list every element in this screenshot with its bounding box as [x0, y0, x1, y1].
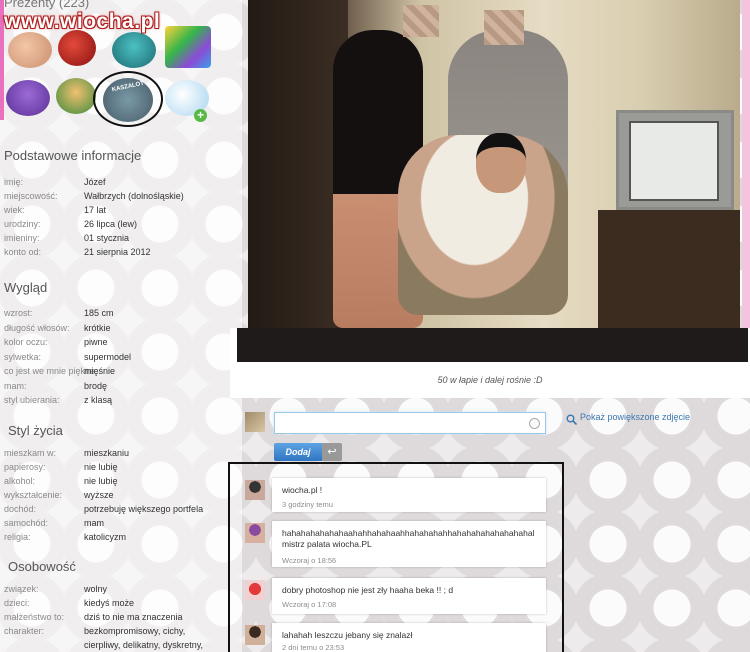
gift-apple-icon[interactable]: [58, 30, 96, 66]
gift-box-icon[interactable]: [165, 26, 211, 68]
field-label: dzieci:: [4, 598, 30, 608]
magnifier-icon[interactable]: [566, 412, 578, 426]
field-value: 185 cm: [84, 308, 114, 318]
comment-meta: Wczoraj o 17:08: [282, 600, 337, 609]
field-value: katolicyzm: [84, 532, 127, 542]
comment-card: dobry photoshop nie jest zły haaha beka …: [272, 578, 546, 614]
field-value: kiedyś może: [84, 598, 135, 608]
field-value: Wałbrzych (dolnośląskie): [84, 191, 184, 201]
field-label: długość włosów:: [4, 322, 70, 333]
field-label: wiek:: [4, 205, 25, 215]
field-value: nie lubię: [84, 476, 118, 486]
field-value: mięśnie: [84, 366, 116, 376]
field-label: charakter:: [4, 626, 45, 636]
field-label: wzrost:: [4, 308, 33, 318]
field-label: imieniny:: [4, 233, 40, 243]
field-label: miejscowość:: [4, 191, 58, 201]
censor-right: [484, 10, 524, 45]
comment-card: wiocha.pl ! 3 godziny temu: [272, 478, 546, 512]
add-gift-icon[interactable]: +: [194, 109, 207, 122]
comment-meta: Wczoraj o 18:56: [282, 556, 337, 565]
field-value: 21 sierpnia 2012: [84, 247, 151, 257]
field-value: potrzebuję większego portfela: [84, 504, 204, 514]
field-value: mieszkaniu: [84, 448, 130, 458]
comment-text: dobry photoshop nie jest zły haaha beka …: [282, 585, 454, 595]
field-value: 01 stycznia: [84, 233, 130, 243]
photo-man-head: [476, 133, 526, 193]
field-label: wykształcenie:: [4, 490, 63, 500]
field-label: religia:: [4, 532, 31, 542]
pink-border-right: [742, 0, 750, 330]
field-label: związek:: [4, 584, 39, 594]
field-label: imię:: [4, 177, 24, 187]
field-value: krótkie: [84, 322, 111, 333]
field-value: cierpliwy, delikatny, dyskretny,: [84, 640, 204, 650]
comment-text: lahahah leszczu jebany się znalazł: [282, 630, 413, 640]
field-label: mam:: [4, 380, 27, 391]
comment-text: wiocha.pl !: [282, 485, 323, 495]
field-label: małżeństwo to:: [4, 612, 65, 622]
comment-avatar[interactable]: [245, 625, 265, 645]
comment-avatar[interactable]: [245, 580, 265, 600]
field-label: co jest we mnie piękne:: [4, 366, 98, 376]
highlight-circle: [93, 71, 163, 127]
lifestyle-title: Styl życia: [8, 423, 63, 438]
personality-title: Osobowość: [8, 559, 76, 574]
photo-bottom-strip: [237, 328, 748, 362]
profile-photo[interactable]: [248, 0, 740, 328]
field-value: Józef: [84, 177, 106, 187]
censor-left: [403, 5, 439, 37]
basic-info-title: Podstawowe informacje: [4, 148, 142, 163]
gifts-title: Prezenty (223): [4, 0, 90, 10]
field-value: piwne: [84, 337, 108, 347]
field-value: z klasą: [84, 395, 113, 405]
field-label: alkohol:: [4, 476, 36, 486]
comment-avatar[interactable]: [245, 523, 265, 543]
field-value: mam: [84, 518, 104, 528]
field-value: bezkompromisowy, cichy,: [84, 626, 186, 636]
gift-cake-icon[interactable]: [112, 32, 156, 68]
watermark-logo: www.wiocha.pl: [4, 10, 161, 33]
field-value: wyższe: [84, 490, 114, 500]
gift-purse-icon[interactable]: [6, 80, 50, 116]
photo-caption: 50 w łapie i dalej rośnie :D: [437, 375, 543, 385]
gift-hand-icon[interactable]: [8, 32, 52, 68]
field-label: konto od:: [4, 247, 42, 257]
field-label: styl ubierania:: [4, 395, 60, 405]
comment-meta: 3 godziny temu: [282, 500, 333, 509]
gift-elf-icon[interactable]: [56, 78, 96, 114]
field-label: mieszkam w:: [4, 448, 57, 458]
field-label: papierosy:: [4, 462, 46, 472]
return-arrow-icon[interactable]: ↩: [322, 443, 342, 461]
field-value: nie lubię: [84, 462, 118, 472]
field-label: dochód:: [4, 504, 37, 514]
field-value: wolny: [84, 584, 108, 594]
field-label: kolor oczu:: [4, 337, 48, 347]
comment-card: hahahahahahahaahahhahahaahhahahahahhahah…: [272, 521, 546, 567]
field-value: 26 lipca (lew): [84, 219, 138, 229]
photo-tv: [616, 110, 734, 210]
comment-input[interactable]: [274, 412, 546, 434]
appearance-title: Wygląd: [4, 280, 48, 295]
smiley-icon[interactable]: [529, 418, 540, 429]
comment-meta: 2 dni temu o 23:53: [282, 643, 345, 652]
comment-card: lahahah leszczu jebany się znalazł 2 dni…: [272, 623, 546, 652]
field-value: 17 lat: [84, 205, 107, 215]
field-label: urodziny:: [4, 219, 41, 229]
add-comment-button[interactable]: Dodaj: [274, 443, 322, 461]
field-label: samochód:: [4, 518, 49, 528]
field-value: brodę: [84, 380, 108, 391]
comment-text: hahahahahahahaahahhahahaahhahahahahhahah…: [282, 528, 535, 549]
field-value: supermodel: [84, 351, 132, 362]
photo-cabinet: [598, 210, 740, 328]
zoom-photo-link[interactable]: Pokaż powiększone zdjęcie: [580, 412, 690, 422]
my-avatar: [245, 412, 265, 432]
comment-avatar[interactable]: [245, 480, 265, 500]
field-label: sylwetka:: [4, 351, 42, 362]
field-value: dziś to nie ma znaczenia: [84, 612, 183, 622]
